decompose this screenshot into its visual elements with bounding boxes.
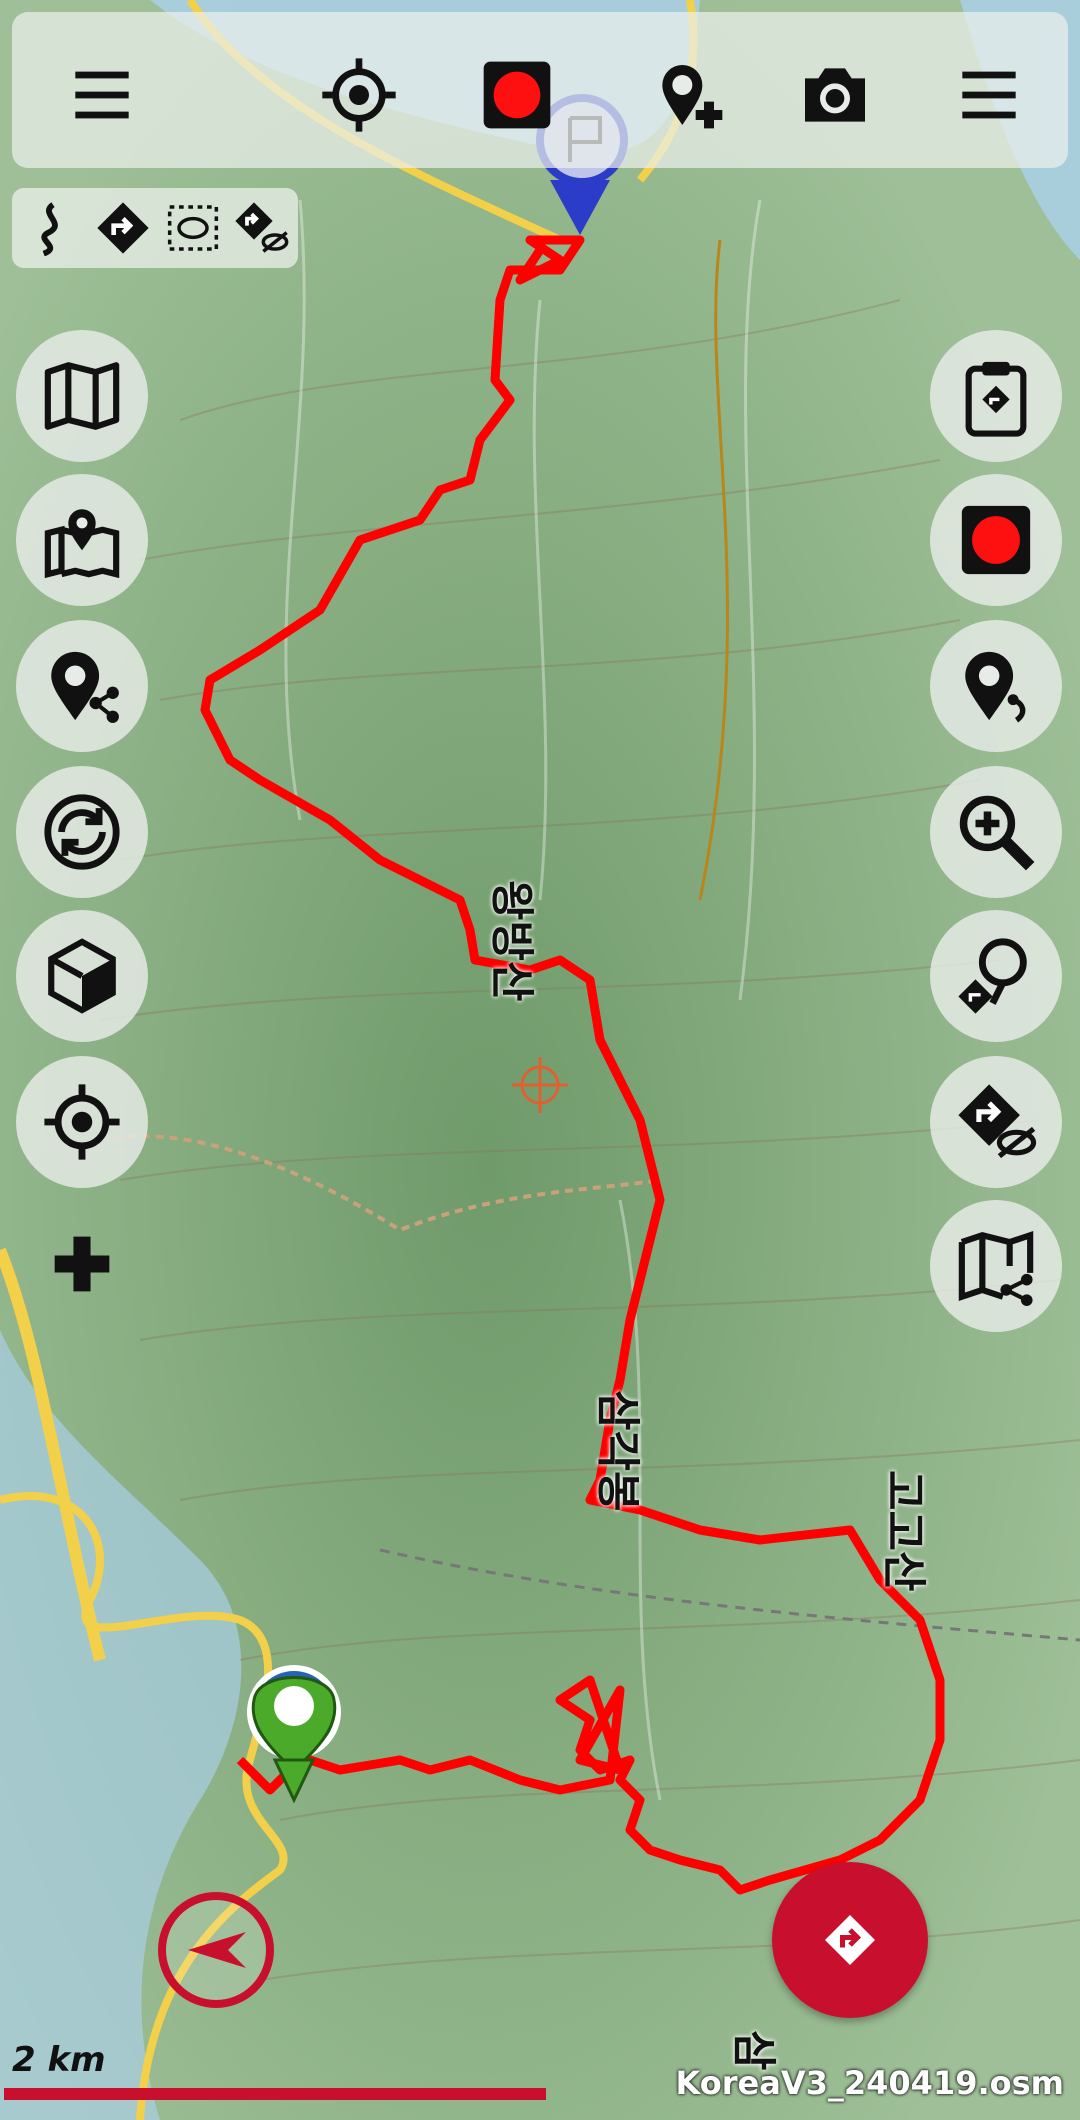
zoom-in-button[interactable] bbox=[930, 766, 1062, 898]
compass-icon[interactable] bbox=[154, 1888, 278, 2012]
route-button[interactable] bbox=[92, 196, 154, 260]
menu-button-left[interactable] bbox=[57, 50, 147, 140]
scale-label: 2 km bbox=[12, 2040, 106, 2080]
record-icon bbox=[483, 61, 551, 129]
plus-icon bbox=[54, 1236, 110, 1292]
rotate-icon bbox=[44, 794, 120, 870]
map-pin-icon bbox=[44, 509, 120, 579]
track-line-button[interactable] bbox=[22, 196, 84, 260]
rotate-button[interactable] bbox=[16, 766, 148, 898]
route-diamond-icon bbox=[97, 202, 149, 254]
area-select-icon bbox=[167, 205, 219, 251]
share-pin-button[interactable] bbox=[16, 620, 148, 752]
map-layers-button[interactable] bbox=[16, 330, 148, 462]
area-button[interactable] bbox=[162, 196, 224, 260]
route-hide-button[interactable] bbox=[230, 196, 292, 260]
route-diamond-icon bbox=[825, 1915, 875, 1965]
pin-voice-icon bbox=[965, 651, 1026, 723]
share-map-button[interactable] bbox=[930, 1200, 1062, 1332]
route-toolbar bbox=[12, 188, 298, 268]
record-button[interactable] bbox=[472, 50, 562, 140]
route-hide-icon bbox=[235, 202, 289, 253]
record-track-button[interactable] bbox=[930, 474, 1062, 606]
route-pin-icon bbox=[958, 938, 1027, 1014]
navigate-button[interactable] bbox=[772, 1862, 928, 2018]
add-pin-icon bbox=[662, 65, 723, 129]
cube-3d-icon bbox=[48, 938, 116, 1014]
hide-route-icon bbox=[958, 1084, 1037, 1159]
voice-pin-button[interactable] bbox=[930, 620, 1062, 752]
center-position-button[interactable] bbox=[16, 1056, 148, 1188]
record-icon bbox=[961, 505, 1031, 575]
squiggle-track-icon bbox=[41, 202, 58, 256]
3d-view-button[interactable] bbox=[16, 910, 148, 1042]
map-file-name: KoreaV3_240419.osm bbox=[675, 2064, 1064, 2102]
hamburger-menu-icon bbox=[75, 71, 129, 119]
map-layers-icon bbox=[44, 362, 120, 430]
camera-icon bbox=[805, 68, 865, 122]
add-poi-button[interactable] bbox=[644, 50, 734, 140]
locate-button[interactable] bbox=[314, 50, 404, 140]
map-pin-button[interactable] bbox=[16, 474, 148, 606]
add-button[interactable] bbox=[16, 1198, 148, 1330]
route-pin-button[interactable] bbox=[930, 910, 1062, 1042]
top-toolbar bbox=[12, 12, 1068, 168]
zoom-in-icon bbox=[959, 795, 1035, 871]
route-planner-button[interactable] bbox=[930, 330, 1062, 462]
share-pin-icon bbox=[51, 651, 119, 723]
map-label-peak: 고고산 bbox=[878, 1470, 929, 1592]
camera-button[interactable] bbox=[790, 50, 880, 140]
map-label-peak: 왕방산 bbox=[486, 880, 537, 1002]
share-map-icon bbox=[958, 1230, 1034, 1306]
menu-button-right[interactable] bbox=[944, 50, 1034, 140]
scale-bar bbox=[4, 2088, 546, 2100]
crosshair-icon bbox=[322, 58, 396, 132]
map-label-peak: 삼각봉 bbox=[592, 1390, 643, 1512]
hide-route-button[interactable] bbox=[930, 1056, 1062, 1188]
crosshair-icon bbox=[44, 1084, 120, 1160]
clipboard-route-icon bbox=[965, 361, 1027, 437]
hamburger-menu-icon bbox=[962, 71, 1016, 119]
map-canvas[interactable] bbox=[0, 0, 1080, 2120]
